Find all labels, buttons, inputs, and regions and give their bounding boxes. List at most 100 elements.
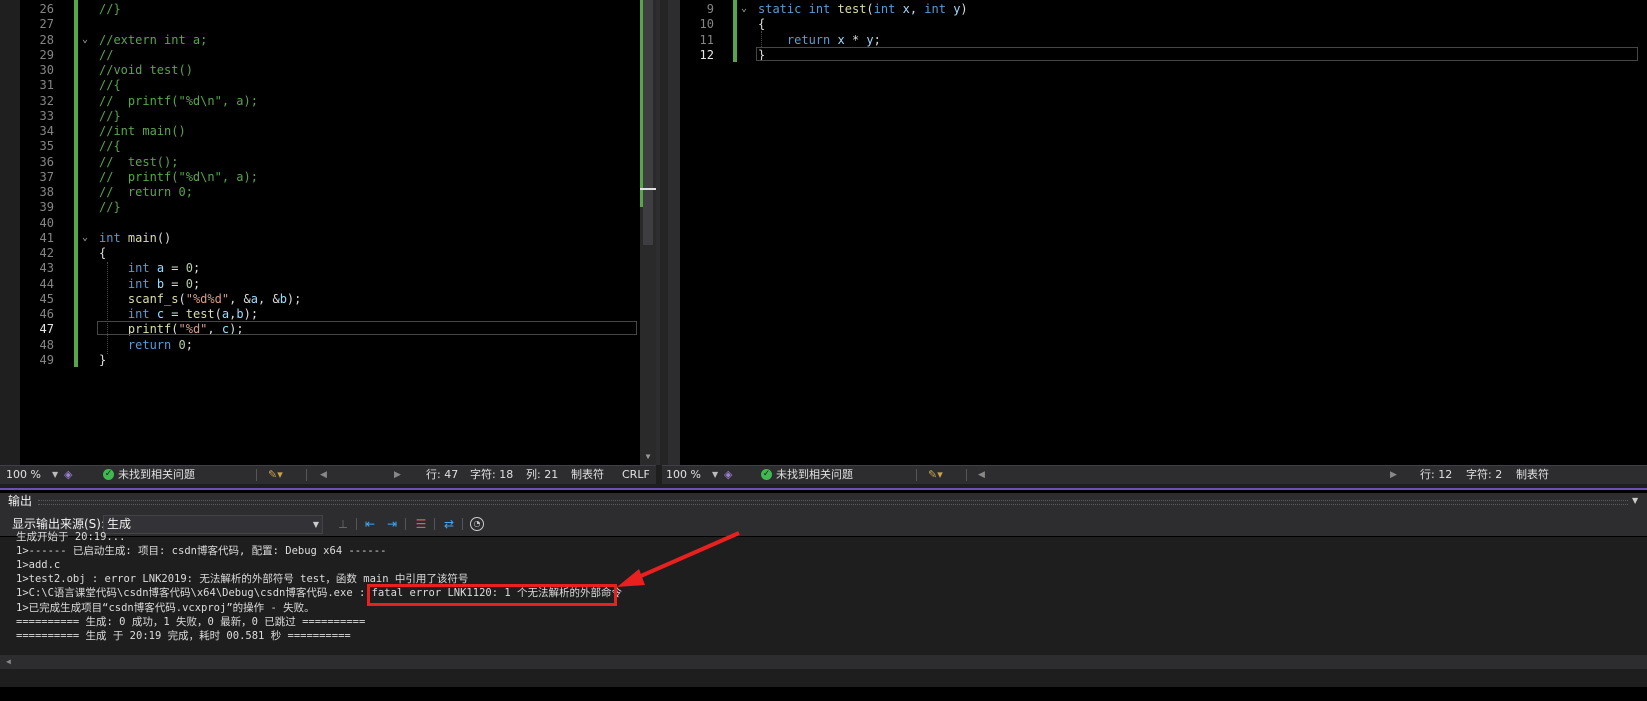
next-message-icon[interactable]: ⇥ bbox=[384, 516, 400, 532]
code-line[interactable]: // bbox=[99, 47, 113, 63]
code-line[interactable]: int b = 0; bbox=[99, 276, 200, 292]
code-line[interactable]: // return 0; bbox=[99, 184, 193, 200]
zoom-dropdown-icon[interactable]: ▼ bbox=[712, 466, 718, 484]
code-line[interactable]: //void test() bbox=[99, 62, 193, 78]
code-line[interactable]: return x * y; bbox=[758, 32, 881, 48]
line-number: 31 bbox=[39, 78, 54, 93]
right-indent-guide bbox=[761, 31, 762, 47]
line-number: 33 bbox=[39, 108, 54, 123]
code-line[interactable]: //} bbox=[99, 1, 121, 17]
copilot-icon[interactable]: ◈ bbox=[724, 466, 732, 484]
scroll-left-arrow-icon[interactable]: ◀ bbox=[320, 466, 327, 484]
output-panel-header: 输出 ▼ bbox=[0, 493, 1647, 509]
tabs-indicator[interactable]: 制表符 bbox=[1516, 466, 1549, 484]
zoom-dropdown-icon[interactable]: ▼ bbox=[52, 466, 58, 484]
panel-divider[interactable] bbox=[0, 488, 1647, 490]
toolbar-separator bbox=[356, 518, 357, 530]
scroll-down-arrow-icon[interactable]: ▼ bbox=[643, 452, 653, 462]
issues-status[interactable]: 未找到相关问题 bbox=[118, 466, 195, 484]
line-number: 32 bbox=[39, 93, 54, 108]
panel-dropdown-icon[interactable]: ▼ bbox=[1632, 493, 1638, 509]
code-line[interactable]: //{ bbox=[99, 77, 121, 93]
code-line[interactable]: //extern int a; bbox=[99, 32, 207, 48]
code-line[interactable]: //} bbox=[99, 199, 121, 215]
line-number: 48 bbox=[39, 337, 54, 352]
zoom-level[interactable]: 100 % bbox=[6, 466, 41, 484]
brush-icon[interactable]: ✎▾ bbox=[928, 466, 943, 484]
output-line: ========== 生成 于 20:19 完成，耗时 00.581 秒 ===… bbox=[16, 629, 351, 642]
code-line[interactable]: //} bbox=[99, 108, 121, 124]
output-text-area[interactable]: 生成开始于 20:19... 1>------ 已启动生成: 项目: csdn博客… bbox=[0, 531, 1647, 687]
code-line[interactable]: int a = 0; bbox=[99, 260, 200, 276]
scroll-right-arrow-icon[interactable]: ▶ bbox=[1390, 466, 1397, 484]
clear-all-icon[interactable]: ☰ bbox=[413, 516, 429, 532]
check-circle-icon: ✓ bbox=[761, 469, 772, 480]
status-separator bbox=[916, 469, 917, 481]
code-line[interactable]: // printf("%d\n", a); bbox=[99, 169, 258, 185]
toolbar-separator bbox=[462, 518, 463, 530]
right-editor-status-bar: 100 % ▼ ◈ ✓ 未找到相关问题 ✎▾ ◀ ▶ 行: 12 字符: 2 制… bbox=[662, 465, 1647, 484]
left-vertical-scrollbar[interactable]: ▼ bbox=[640, 0, 656, 465]
code-line[interactable]: // test(); bbox=[99, 154, 178, 170]
code-line[interactable]: } bbox=[99, 352, 106, 368]
header-grip bbox=[38, 500, 1628, 505]
output-horizontal-scrollbar[interactable]: ◀ bbox=[0, 655, 1647, 669]
right-editor[interactable]: 9 ⌄ static int test(int x, int y) 10 {11 ret… bbox=[680, 0, 1647, 465]
go-to-error-icon[interactable]: ⟂ bbox=[335, 516, 351, 532]
current-line-highlight bbox=[756, 46, 1638, 61]
word-wrap-icon[interactable]: ⇄ bbox=[441, 516, 457, 532]
current-line-highlight bbox=[97, 321, 637, 336]
code-line[interactable]: //{ bbox=[99, 138, 121, 154]
issues-status[interactable]: 未找到相关问题 bbox=[776, 466, 853, 484]
line-indicator[interactable]: 行: 47 bbox=[426, 466, 458, 484]
line-number: 41 bbox=[39, 230, 54, 245]
line-number: 12 bbox=[699, 47, 714, 62]
scroll-left-arrow-icon[interactable]: ◀ bbox=[6, 657, 11, 666]
char-indicator[interactable]: 字符: 2 bbox=[1466, 466, 1502, 484]
line-number: 46 bbox=[39, 307, 54, 321]
scroll-left-arrow-icon[interactable]: ◀ bbox=[978, 466, 985, 484]
toolbar-separator bbox=[405, 518, 406, 530]
output-line: 1>已完成生成项目“csdn博客代码.vcxproj”的操作 - 失败。 bbox=[16, 601, 315, 614]
previous-message-icon[interactable]: ⇤ bbox=[362, 516, 378, 532]
code-line[interactable]: return 0; bbox=[99, 337, 193, 353]
fold-chevron-icon[interactable]: ⌄ bbox=[80, 34, 90, 45]
char-indicator[interactable]: 字符: 18 bbox=[470, 466, 513, 484]
left-scrollbar-thumb[interactable] bbox=[643, 0, 653, 245]
output-line: 1>add.c bbox=[16, 559, 61, 572]
col-indicator[interactable]: 列: 21 bbox=[526, 466, 558, 484]
fold-chevron-icon[interactable]: ⌄ bbox=[80, 232, 90, 243]
brush-icon[interactable]: ✎▾ bbox=[268, 466, 283, 484]
code-line[interactable]: int main() bbox=[99, 230, 171, 246]
left-editor-status-bar: 100 % ▼ ◈ ✓ 未找到相关问题 ✎▾ ◀ ▶ 行: 47 字符: 18 … bbox=[0, 465, 656, 484]
source-select[interactable]: 生成 ▼ bbox=[103, 515, 323, 534]
left-scrollbar-change-marker bbox=[640, 0, 643, 207]
code-line[interactable]: { bbox=[758, 16, 765, 32]
line-number: 38 bbox=[39, 185, 54, 199]
code-line[interactable]: int c = test(a,b); bbox=[99, 306, 258, 322]
panel-divider-shadow bbox=[0, 484, 1647, 488]
clock-icon[interactable]: ◔ bbox=[470, 517, 484, 531]
tabs-indicator[interactable]: 制表符 bbox=[571, 466, 604, 484]
output-title[interactable]: 输出 bbox=[8, 493, 32, 509]
zoom-level[interactable]: 100 % bbox=[666, 466, 701, 484]
line-number: 11 bbox=[699, 32, 714, 47]
code-line[interactable]: { bbox=[99, 245, 106, 261]
copilot-icon[interactable]: ◈ bbox=[64, 466, 72, 484]
line-number: 43 bbox=[39, 261, 54, 276]
code-line[interactable]: // printf("%d\n", a); bbox=[99, 93, 258, 109]
code-line[interactable]: //int main() bbox=[99, 123, 186, 139]
scroll-right-arrow-icon[interactable]: ▶ bbox=[394, 466, 401, 484]
left-editor[interactable]: 26 //} 27 28 ⌄ //extern int a; 29 // 30 //void te… bbox=[0, 0, 656, 465]
output-line: ========== 生成: 0 成功，1 失败，0 最新，0 已跳过 ====… bbox=[16, 615, 366, 628]
line-number: 35 bbox=[39, 139, 54, 154]
eol-indicator[interactable]: CRLF bbox=[622, 466, 650, 484]
line-number: 36 bbox=[39, 154, 54, 169]
fold-chevron-icon[interactable]: ⌄ bbox=[739, 4, 749, 14]
editor-splitter[interactable] bbox=[656, 0, 680, 465]
left-scrollbar-caret-marker bbox=[640, 188, 656, 190]
code-line[interactable]: static int test(int x, int y) bbox=[758, 1, 968, 17]
line-indicator[interactable]: 行: 12 bbox=[1420, 466, 1452, 484]
code-line[interactable]: scanf_s("%d%d", &a, &b); bbox=[99, 291, 301, 307]
line-number: 42 bbox=[39, 246, 54, 260]
